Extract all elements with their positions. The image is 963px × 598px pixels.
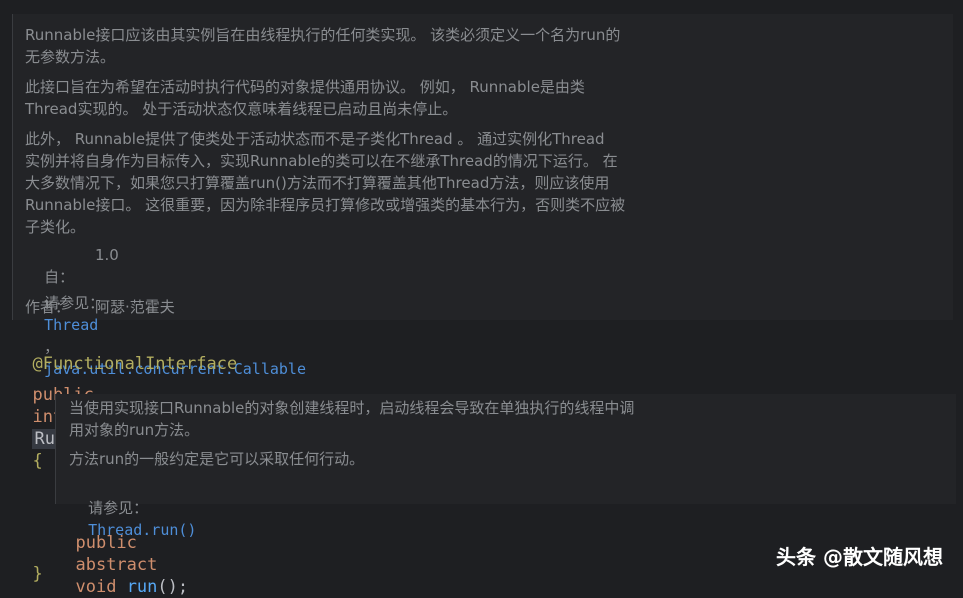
doc-line: Runnable接口。 这很重要，因为除非程序员打算修改或增强类的基本行为，否则… [25,196,626,214]
watermark: 头条 @散文随风想 [776,545,943,569]
doc-line: 子类化。 [25,218,86,236]
doc-line: 方法run的一般约定是它可以采取任何行动。 [69,450,365,468]
code-line-close-brace[interactable]: } [12,541,43,585]
keyword-public: public [75,533,137,553]
author-value: 阿瑟·范霍夫 [95,298,175,316]
keyword-abstract: abstract [75,555,158,575]
doc-line: 用对象的run方法。 [69,421,200,439]
doc-line: 此外， Runnable提供了使类处于活动状态而不是子类化Thread 。 通过… [25,130,605,148]
doc-line: 当使用实现接口Runnable的对象创建线程时，启动线程会导致在单独执行的线程中… [69,399,635,417]
method-tail: (); [157,577,189,597]
javadoc-interface: Runnable接口应该由其实例旨在由线程执行的任何类实现。 该类必须定义一个名… [12,14,953,378]
method-name-run[interactable]: run [127,577,158,597]
open-brace: { [32,451,43,471]
doc-line: 无参数方法。 [25,48,116,66]
author-label: 作者： [25,298,71,316]
doc-line: Runnable接口应该由其实例旨在由线程执行的任何类实现。 该类必须定义一个名… [25,26,621,44]
doc-line: Thread实现的。 处于活动状态仅意味着线程已启动且尚未停止。 [25,100,458,118]
doc-line: 大多数情况下，如果您只打算覆盖run()方法而不打算覆盖其他Thread方法，则… [25,174,610,192]
javadoc-run-method: 当使用实现接口Runnable的对象创建线程时，启动线程会导致在单独执行的线程中… [55,394,956,539]
doc-line: 此接口旨在为希望在活动时执行代码的对象提供通用协议。 例如， Runnable是… [25,78,585,96]
doc-line: 实例并将自身作为目标传入，实现Runnable的类可以在不继承Thread的情况… [25,152,618,170]
code-line-run-method[interactable]: public abstract void run(); [55,510,188,598]
keyword-void: void [75,577,117,597]
since-value: 1.0 [95,246,119,264]
close-brace: } [32,564,43,584]
